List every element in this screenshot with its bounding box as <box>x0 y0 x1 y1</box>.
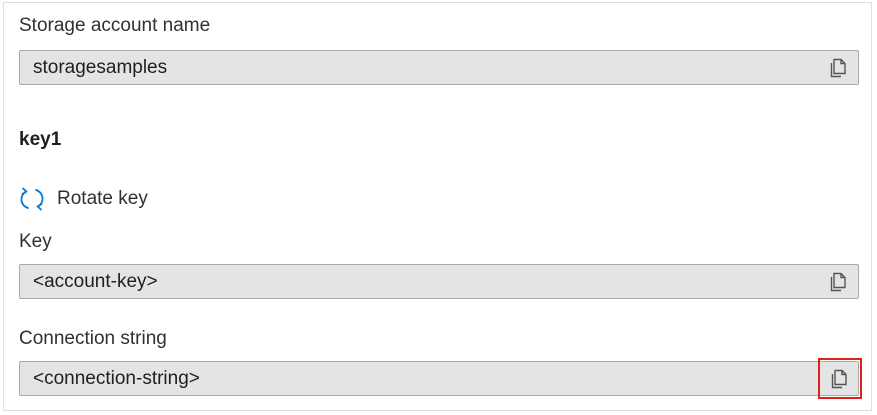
key-label: Key <box>19 231 52 252</box>
copy-key-button[interactable] <box>826 269 852 295</box>
copy-connection-string-button[interactable] <box>818 358 862 399</box>
copy-icon <box>830 58 846 78</box>
connection-string-field[interactable]: <connection-string> <box>19 358 862 399</box>
connection-string-value: <connection-string> <box>33 368 200 389</box>
storage-account-name-value: storagesamples <box>33 57 168 78</box>
rotate-key-label: Rotate key <box>57 188 148 209</box>
copy-icon <box>830 272 846 292</box>
storage-account-name-label: Storage account name <box>19 15 211 36</box>
access-keys-panel: Storage account name storagesamples key1… <box>3 2 872 411</box>
key1-heading: key1 <box>19 129 62 150</box>
key-field[interactable]: <account-key> <box>19 264 859 299</box>
storage-account-name-field[interactable]: storagesamples <box>19 50 859 85</box>
rotate-key-button[interactable]: Rotate key <box>19 184 148 214</box>
key-value: <account-key> <box>33 271 158 292</box>
copy-storage-account-name-button[interactable] <box>826 55 852 81</box>
connection-string-label: Connection string <box>19 328 167 349</box>
copy-icon <box>831 369 847 388</box>
rotate-icon <box>20 187 44 211</box>
